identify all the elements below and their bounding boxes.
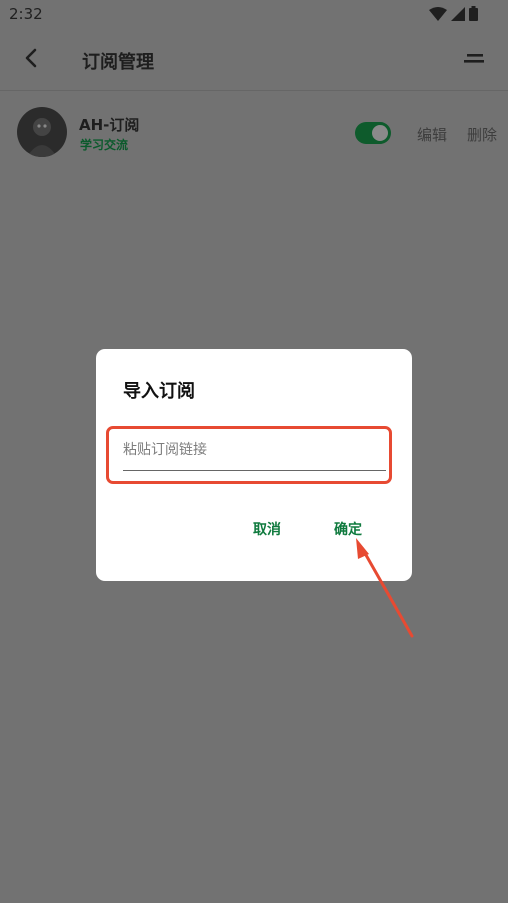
- signal-icon: [451, 6, 465, 21]
- delete-button[interactable]: 删除: [467, 124, 497, 145]
- back-arrow-icon[interactable]: [18, 44, 46, 72]
- url-field-highlight: [106, 426, 392, 484]
- subscription-category: 学习交流: [80, 138, 129, 152]
- app-bar: 订阅管理: [0, 30, 508, 91]
- cancel-button[interactable]: 取消: [253, 519, 281, 539]
- sort-menu-icon[interactable]: [460, 48, 488, 72]
- status-icons: [429, 6, 478, 21]
- toggle-knob: [372, 125, 388, 141]
- battery-icon: [469, 6, 478, 21]
- confirm-button[interactable]: 确定: [334, 519, 362, 539]
- page-title: 订阅管理: [82, 52, 154, 73]
- subscription-item[interactable]: AH-订阅 学习交流 编辑 删除: [0, 100, 508, 164]
- edit-button[interactable]: 编辑: [417, 124, 447, 145]
- wifi-icon: [429, 6, 447, 21]
- avatar: [17, 107, 67, 157]
- subscription-toggle[interactable]: [355, 122, 391, 144]
- import-dialog: 导入订阅 取消 确定: [96, 349, 412, 581]
- subscription-name: AH-订阅: [79, 116, 140, 134]
- dialog-title: 导入订阅: [123, 381, 195, 402]
- status-time: 2:32: [9, 5, 43, 23]
- subscription-url-input[interactable]: [123, 435, 383, 465]
- status-bar: 2:32: [0, 0, 508, 30]
- input-underline: [123, 470, 386, 471]
